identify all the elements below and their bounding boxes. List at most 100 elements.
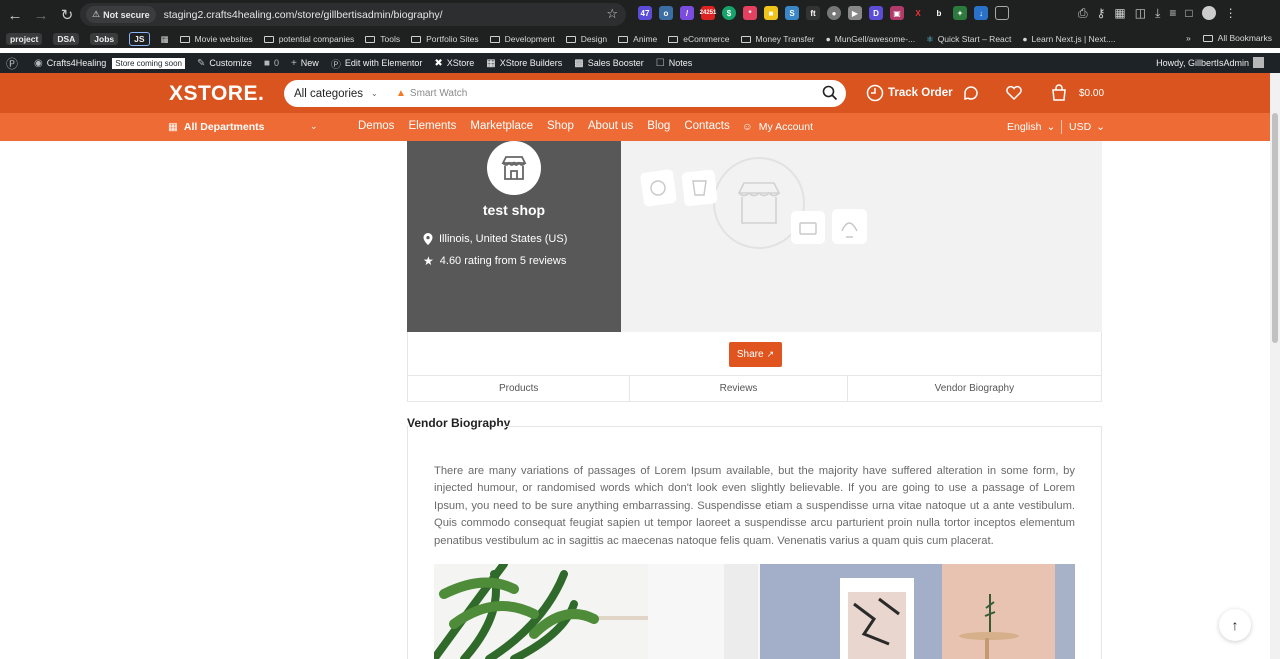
search-input[interactable]: ▲ Smart Watch bbox=[396, 88, 467, 99]
my-account-link[interactable]: ☺ My Account bbox=[742, 121, 813, 133]
search-icon[interactable] bbox=[822, 85, 838, 101]
browser-toolbar: ← → ↻ ⚠ Not secure staging2.crafts4heali… bbox=[0, 0, 1280, 30]
bookmark-chip[interactable]: project bbox=[6, 33, 43, 45]
profile-avatar[interactable] bbox=[1201, 6, 1216, 20]
wp-xstore[interactable]: ✖ XStore bbox=[434, 58, 474, 69]
extension-icon[interactable]: / bbox=[680, 6, 694, 20]
site-logo[interactable]: XSTORE. bbox=[169, 82, 264, 106]
wp-sales-booster[interactable]: ▩ Sales Booster bbox=[574, 58, 643, 69]
tab-reviews[interactable]: Reviews bbox=[630, 376, 848, 401]
extension-icon[interactable]: $ bbox=[722, 6, 736, 20]
track-order-button[interactable]: Track Order bbox=[866, 84, 953, 102]
menu-item[interactable]: Elements bbox=[408, 120, 456, 132]
wp-notes[interactable]: ☐ Notes bbox=[656, 58, 692, 69]
bookmark-folder[interactable]: Money Transfer bbox=[740, 34, 815, 44]
extension-icon[interactable]: b bbox=[932, 6, 946, 20]
bookmark-folder[interactable]: potential companies bbox=[263, 34, 354, 44]
arrow-up-icon: ↑ bbox=[1231, 617, 1239, 633]
sidepanel-icon[interactable]: ◫ bbox=[1135, 6, 1146, 21]
tab-products[interactable]: Products bbox=[408, 376, 631, 401]
heart-icon[interactable] bbox=[1005, 84, 1023, 102]
scrollbar-thumb[interactable] bbox=[1272, 113, 1278, 343]
wp-new[interactable]: + New bbox=[291, 58, 319, 69]
print-icon[interactable]: ⎙ bbox=[1078, 6, 1088, 21]
avatar bbox=[1253, 57, 1264, 68]
address-bar[interactable]: ⚠ Not secure staging2.crafts4healing.com… bbox=[80, 3, 626, 26]
media-icon[interactable]: ≡ bbox=[1169, 6, 1176, 21]
bookmark-folder[interactable]: Portfolio Sites bbox=[411, 34, 479, 44]
reload-icon[interactable]: ↻ bbox=[54, 2, 80, 28]
cart-total[interactable]: $0.00 bbox=[1079, 88, 1104, 99]
all-departments-button[interactable]: ▦ All Departments bbox=[168, 121, 264, 133]
back-icon[interactable]: ← bbox=[2, 2, 28, 28]
menu-item[interactable]: Demos bbox=[358, 120, 394, 132]
page-scrollbar[interactable] bbox=[1270, 73, 1280, 659]
tab-vendor-biography[interactable]: Vendor Biography bbox=[848, 376, 1101, 401]
folder-icon bbox=[263, 35, 274, 43]
extension-icon[interactable]: D bbox=[869, 6, 883, 20]
extension-icon[interactable]: o bbox=[659, 6, 673, 20]
bookmark-link[interactable]: ⚛ Quick Start – React bbox=[926, 34, 1011, 45]
language-select[interactable]: English ⌄ bbox=[1007, 121, 1055, 133]
extension-icon[interactable]: ● bbox=[827, 6, 841, 20]
extension-icon[interactable]: ▶ bbox=[848, 6, 862, 20]
not-secure-chip[interactable]: ⚠ Not secure bbox=[86, 6, 156, 23]
more-bookmarks-icon[interactable]: » bbox=[1186, 33, 1191, 43]
share-button[interactable]: Share ↗ bbox=[729, 342, 782, 367]
extension-icon[interactable]: S bbox=[785, 6, 799, 20]
wp-account[interactable]: Howdy, GillbertIsAdmin bbox=[1156, 57, 1264, 68]
bookmark-chip[interactable]: JS bbox=[129, 32, 150, 46]
url-text[interactable]: staging2.crafts4healing.com/store/gillbe… bbox=[164, 9, 443, 21]
tab-search-icon[interactable]: □ bbox=[1185, 6, 1192, 21]
forward-icon[interactable]: → bbox=[28, 2, 54, 28]
menu-item[interactable]: Contacts bbox=[684, 120, 729, 132]
extension-icon[interactable]: ↓ bbox=[974, 6, 988, 20]
wordpress-logo-icon[interactable]: Ⓟ bbox=[6, 55, 22, 72]
extension-icon[interactable]: ■ bbox=[764, 6, 778, 20]
menu-item[interactable]: About us bbox=[588, 120, 633, 132]
menu-icon[interactable]: ⋮ bbox=[1225, 6, 1237, 21]
search-form[interactable]: All categories ⌄ ▲ Smart Watch bbox=[284, 80, 846, 107]
extension-icon[interactable]: X bbox=[911, 6, 925, 20]
all-bookmarks[interactable]: All Bookmarks bbox=[1202, 33, 1272, 43]
key-icon[interactable]: ⚷ bbox=[1097, 6, 1106, 21]
bookmark-folder[interactable]: eCommerce bbox=[668, 34, 730, 44]
bookmark-folder[interactable]: Design bbox=[565, 34, 607, 44]
category-select[interactable]: All categories ⌄ bbox=[294, 88, 394, 100]
wp-builders[interactable]: ▦ XStore Builders bbox=[486, 58, 562, 69]
extension-icon[interactable]: 24251 bbox=[700, 6, 716, 20]
bookmark-link[interactable]: ● Learn Next.js | Next.... bbox=[1022, 34, 1115, 44]
compare-icon[interactable] bbox=[962, 84, 980, 102]
currency-select[interactable]: USD ⌄ bbox=[1069, 121, 1105, 133]
extension-icon[interactable]: 47 bbox=[638, 6, 652, 20]
wp-elementor[interactable]: Ⓟ Edit with Elementor bbox=[331, 56, 423, 71]
wp-comments[interactable]: ■ 0 bbox=[264, 58, 279, 69]
extension-icon[interactable]: ft bbox=[806, 6, 820, 20]
store-location: Illinois, United States (US) bbox=[423, 233, 567, 245]
extensions-puzzle-icon[interactable] bbox=[995, 6, 1009, 20]
back-to-top-button[interactable]: ↑ bbox=[1219, 609, 1251, 641]
bookmark-folder[interactable]: Anime bbox=[618, 34, 657, 44]
menu-item[interactable]: Marketplace bbox=[470, 120, 533, 132]
builders-icon: ▦ bbox=[486, 57, 496, 69]
extension-icon[interactable]: ▣ bbox=[890, 6, 904, 20]
extension-icon[interactable]: ✦ bbox=[953, 6, 967, 20]
bookmark-folder[interactable]: Movie websites bbox=[179, 34, 253, 44]
cart-icon[interactable] bbox=[1050, 84, 1068, 102]
bookmark-chip[interactable]: DSA bbox=[53, 33, 80, 45]
bookmark-link[interactable]: ● MunGell/awesome-... bbox=[826, 34, 915, 44]
wp-site-link[interactable]: ◉ Crafts4Healing Store coming soon bbox=[34, 57, 185, 69]
menu-item[interactable]: Blog bbox=[647, 120, 670, 132]
bookmark-star-icon[interactable]: ☆ bbox=[606, 6, 618, 22]
grid-icon[interactable]: ▦ bbox=[161, 34, 169, 45]
bookmark-chip[interactable]: Jobs bbox=[90, 33, 119, 45]
bookmark-folder[interactable]: Development bbox=[489, 34, 555, 44]
download-icon[interactable]: ⤓ bbox=[1155, 6, 1160, 21]
wp-customize[interactable]: ✎ Customize bbox=[197, 58, 252, 69]
bookmark-folder[interactable]: Tools bbox=[365, 34, 400, 44]
menu-item[interactable]: Shop bbox=[547, 120, 574, 132]
chevron-down-icon[interactable]: ⌄ bbox=[310, 121, 318, 132]
extension-icon[interactable]: * bbox=[743, 6, 757, 20]
biography-heading: Vendor Biography bbox=[407, 416, 511, 430]
apps-icon[interactable]: ▦ bbox=[1114, 6, 1125, 21]
